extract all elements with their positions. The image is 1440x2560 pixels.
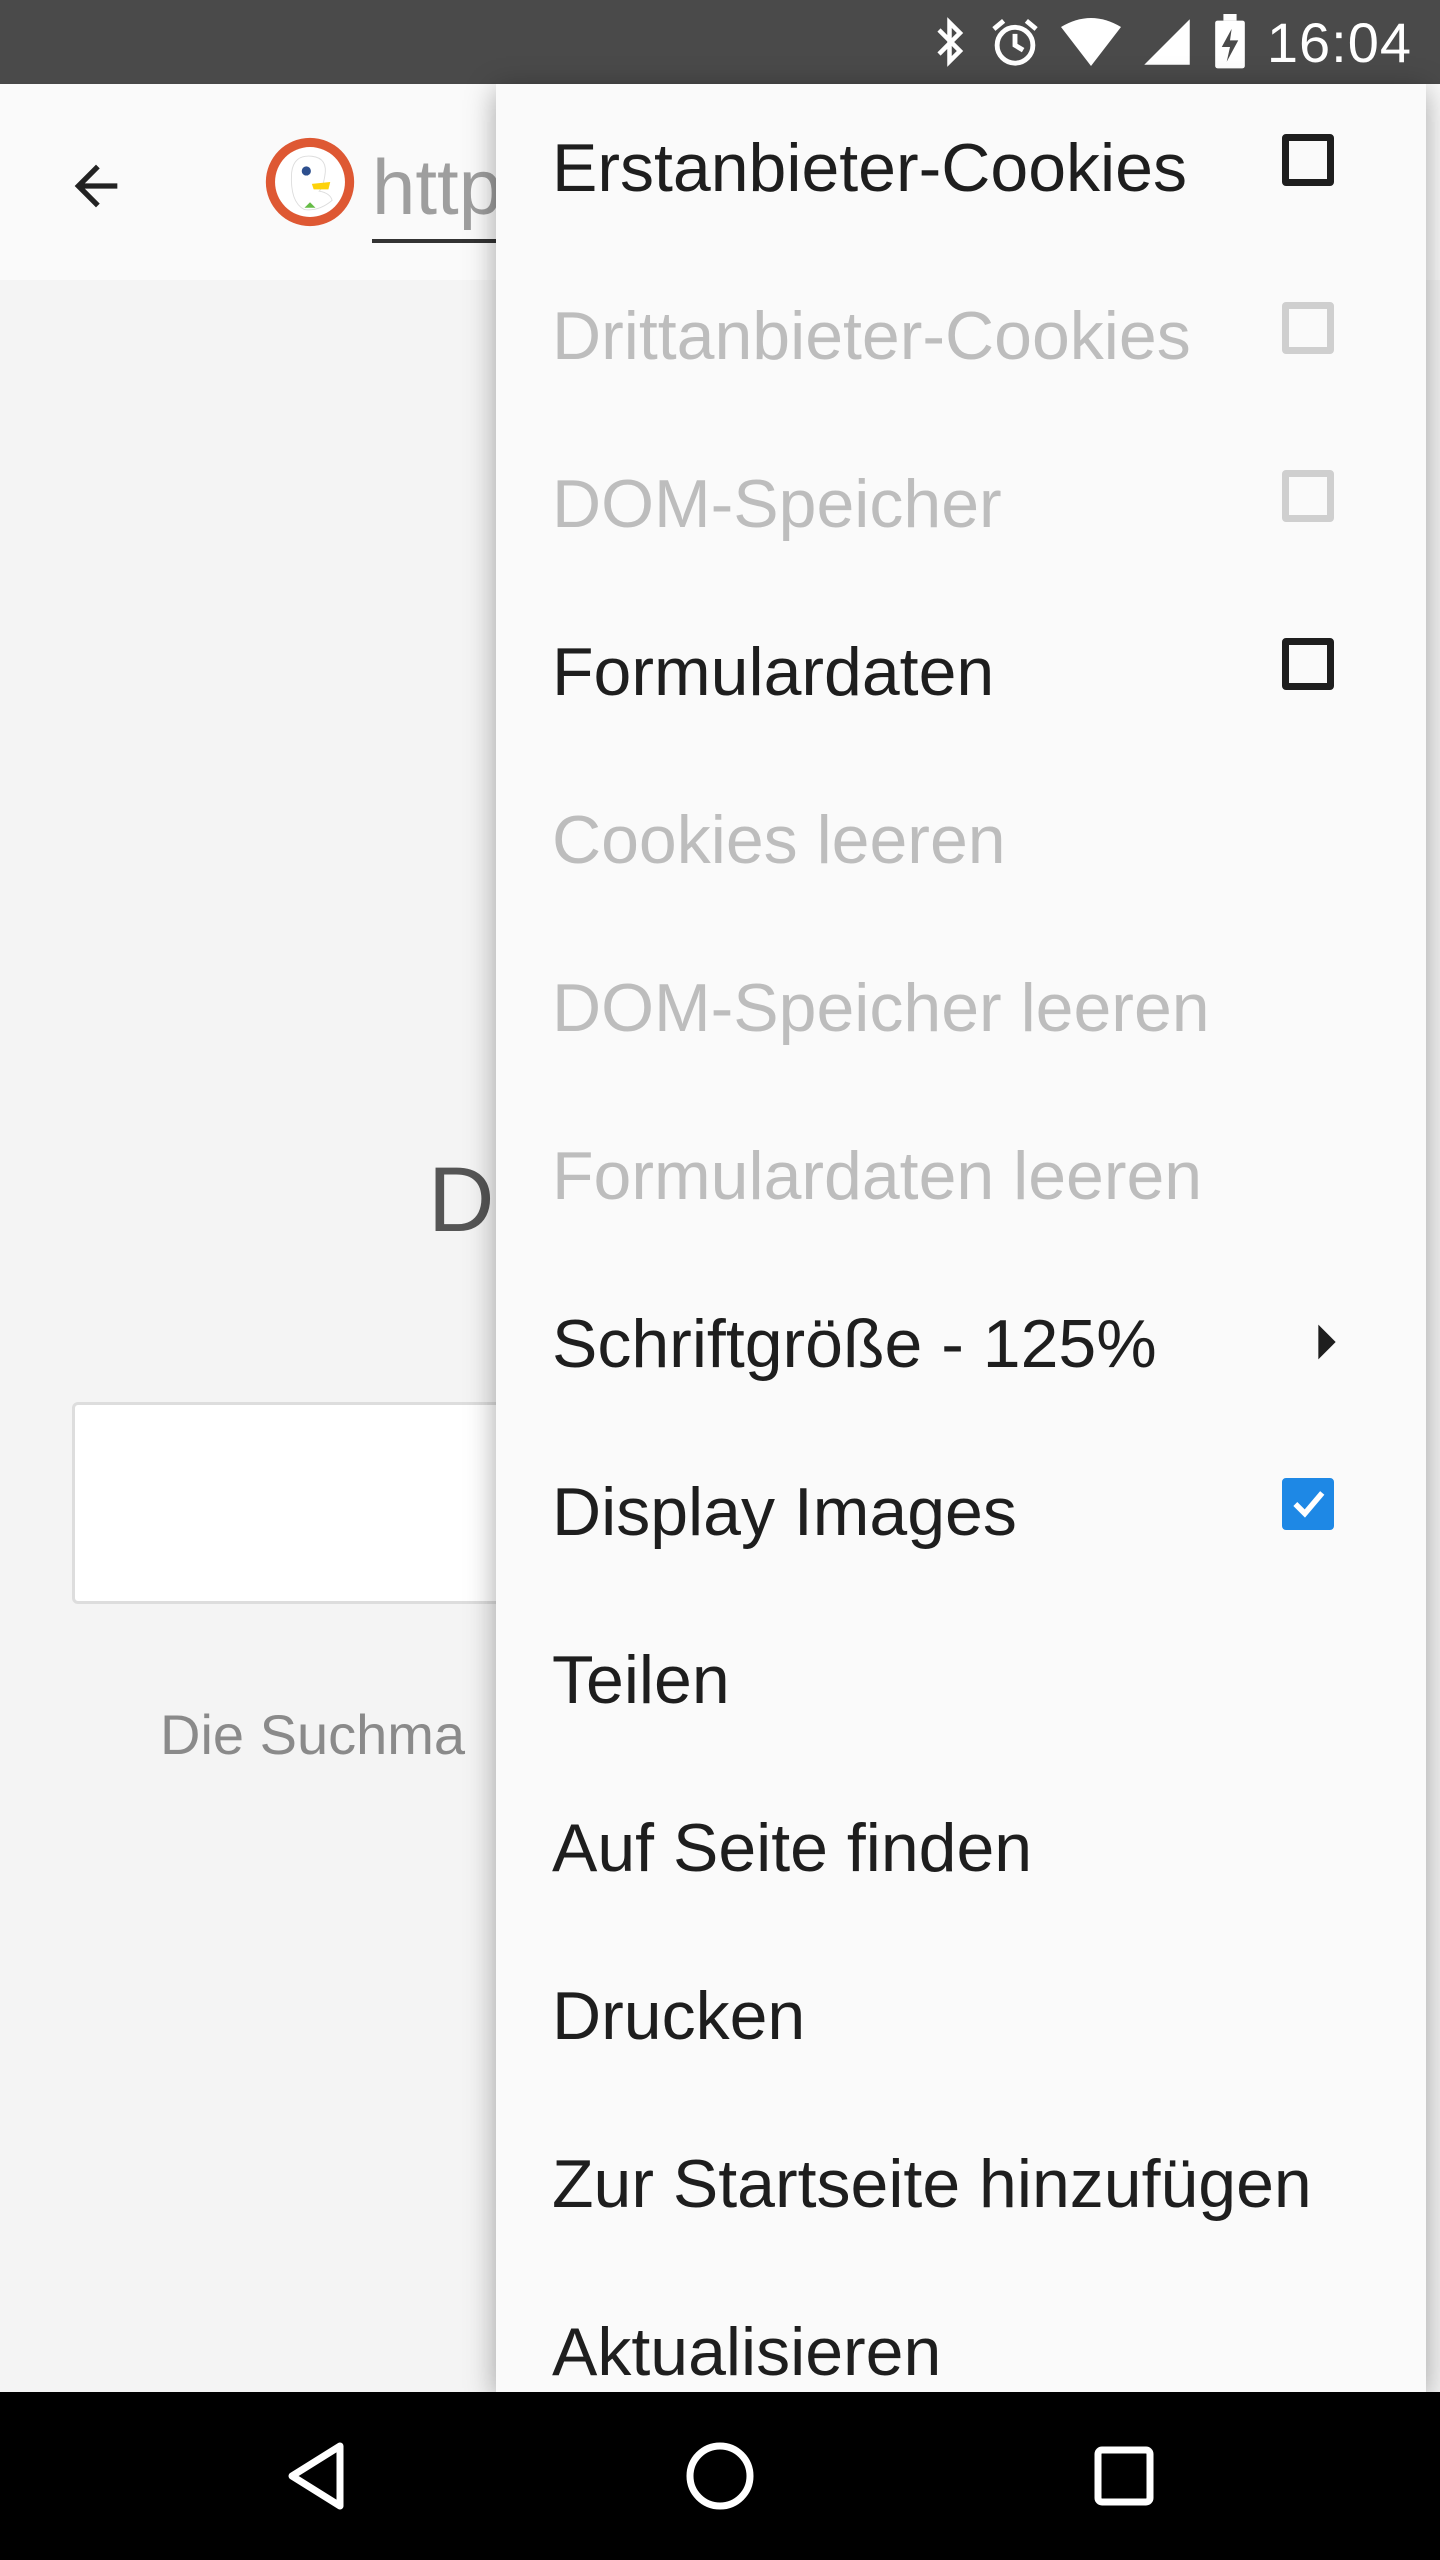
third-party-cookies-checkbox xyxy=(1282,302,1334,354)
menu-item-label: Aktualisieren xyxy=(552,2314,942,2390)
status-bar: 16:04 xyxy=(0,0,1440,84)
status-icons: 16:04 xyxy=(933,0,1412,84)
menu-item-dom-storage: DOM-Speicher xyxy=(496,420,1426,588)
menu-item-label: Teilen xyxy=(552,1642,730,1718)
back-button[interactable] xyxy=(48,138,144,234)
overflow-menu: Erstanbieter-Cookies Drittanbieter-Cooki… xyxy=(496,84,1426,2392)
menu-item-label: Auf Seite finden xyxy=(552,1810,1033,1886)
menu-item-label: Formulardaten leeren xyxy=(552,1138,1203,1214)
system-nav-bar xyxy=(0,2392,1440,2560)
menu-item-label: DOM-Speicher leeren xyxy=(552,970,1210,1046)
menu-item-label: Drucken xyxy=(552,1978,806,2054)
menu-item-label: Zur Startseite hinzufügen xyxy=(552,2146,1312,2222)
display-images-checkbox[interactable] xyxy=(1282,1478,1334,1530)
menu-item-font-size[interactable]: Schriftgröße - 125% xyxy=(496,1260,1426,1428)
page-heading: D xyxy=(428,1149,495,1251)
submenu-arrow-icon xyxy=(1318,1324,1336,1360)
menu-item-share[interactable]: Teilen xyxy=(496,1596,1426,1764)
nav-recents-button[interactable] xyxy=(1072,2424,1176,2528)
nav-back-button[interactable] xyxy=(264,2424,368,2528)
arrow-left-icon xyxy=(74,164,118,208)
menu-item-label: DOM-Speicher xyxy=(552,466,1002,542)
menu-item-label: Erstanbieter-Cookies xyxy=(552,130,1187,206)
first-party-cookies-checkbox[interactable] xyxy=(1282,134,1334,186)
menu-item-clear-dom-storage: DOM-Speicher leeren xyxy=(496,924,1426,1092)
menu-item-label: Display Images xyxy=(552,1474,1017,1550)
battery-charging-icon xyxy=(1215,14,1245,69)
alarm-icon xyxy=(992,19,1038,66)
menu-item-display-images[interactable]: Display Images xyxy=(496,1428,1426,1596)
menu-item-form-data[interactable]: Formulardaten xyxy=(496,588,1426,756)
menu-item-label: Schriftgröße - 125% xyxy=(552,1306,1157,1382)
nav-home-button[interactable] xyxy=(668,2424,772,2528)
menu-item-label: Formulardaten xyxy=(552,634,995,710)
dom-storage-checkbox xyxy=(1282,470,1334,522)
menu-item-label: Cookies leeren xyxy=(552,802,1006,878)
bluetooth-icon xyxy=(937,17,964,67)
menu-item-refresh[interactable]: Aktualisieren xyxy=(496,2268,1426,2392)
home-circle-icon xyxy=(686,2442,754,2510)
cell-signal-icon xyxy=(1144,19,1190,65)
menu-item-add-to-home[interactable]: Zur Startseite hinzufügen xyxy=(496,2100,1426,2268)
wifi-icon xyxy=(1060,18,1121,66)
clock-time: 16:04 xyxy=(1266,10,1412,74)
menu-item-clear-form-data: Formulardaten leeren xyxy=(496,1092,1426,1260)
menu-item-find-in-page[interactable]: Auf Seite finden xyxy=(496,1764,1426,1932)
menu-item-first-party-cookies[interactable]: Erstanbieter-Cookies xyxy=(496,84,1426,252)
menu-item-print[interactable]: Drucken xyxy=(496,1932,1426,2100)
back-triangle-icon xyxy=(288,2442,344,2510)
menu-item-clear-cookies: Cookies leeren xyxy=(496,756,1426,924)
duckduckgo-logo xyxy=(265,137,355,227)
form-data-checkbox[interactable] xyxy=(1282,638,1334,690)
menu-item-third-party-cookies: Drittanbieter-Cookies xyxy=(496,252,1426,420)
checkmark-icon xyxy=(1293,1491,1325,1518)
recents-square-icon xyxy=(1094,2446,1154,2506)
page-subtext: Die Suchma xyxy=(160,1703,466,1766)
menu-item-label: Drittanbieter-Cookies xyxy=(552,298,1191,374)
